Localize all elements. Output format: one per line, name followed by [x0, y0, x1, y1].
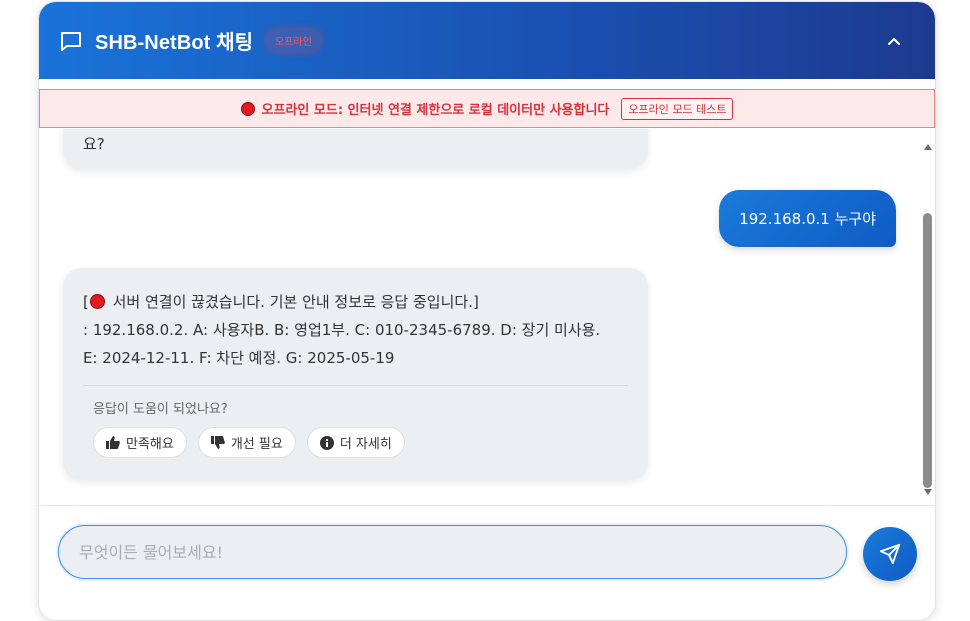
chevron-up-icon: [888, 37, 900, 45]
scrollbar-thumb[interactable]: [923, 213, 932, 488]
more-detail-label: 더 자세히: [339, 437, 392, 452]
offline-message: 오프라인 모드: 인터넷 연결 제한으로 로컬 데이터만 사용합니다: [261, 103, 610, 118]
info-circle-icon: [319, 435, 334, 450]
scroll-up-arrow-icon[interactable]: [924, 144, 932, 150]
chat-title: SHB-NetBot 채팅: [95, 32, 254, 54]
needs-improvement-button[interactable]: 개선 필요: [197, 427, 296, 458]
bot-message: [ 서버 연결이 끊겼습니다. 기본 안내 정보로 응답 중입니다.] : 19…: [63, 268, 648, 480]
user-message: 192.168.0.1 누구야: [719, 190, 896, 247]
composer: [39, 505, 935, 620]
feedback-buttons: 만족해요 개선 필요 더 자세히: [93, 427, 628, 458]
feedback-question: 응답이 도움이 되었나요?: [93, 402, 228, 417]
message-input[interactable]: [79, 542, 846, 562]
bot-reply-line-2: : 192.168.0.2. A: 사용자B. B: 영업1부. C: 010-…: [83, 321, 601, 339]
offline-test-button[interactable]: 오프라인 모드 테스트: [621, 97, 734, 120]
message-scrollbar[interactable]: [921, 129, 935, 505]
collapse-button[interactable]: [879, 26, 909, 56]
satisfied-label: 만족해요: [126, 437, 174, 452]
bracket-text: [: [83, 293, 89, 311]
bot-message-tail-text: 요?: [83, 135, 105, 153]
bot-message-previous: 요?: [63, 129, 648, 169]
more-detail-button[interactable]: 더 자세히: [306, 427, 405, 458]
bot-reply-line-1: [ 서버 연결이 끊겼습니다. 기본 안내 정보로 응답 중입니다.]: [83, 288, 628, 316]
message-input-wrapper[interactable]: [58, 525, 847, 579]
thumbs-down-icon: [210, 436, 225, 449]
message-list[interactable]: 요? 192.168.0.1 누구야 [ 서버 연결이 끊겼습니다. 기본 안내…: [39, 129, 935, 505]
offline-banner: 오프라인 모드: 인터넷 연결 제한으로 로컬 데이터만 사용합니다 오프라인 …: [39, 89, 935, 128]
status-badge: 오프라인: [267, 30, 320, 51]
chat-bubble-icon: [61, 31, 81, 51]
chat-widget: SHB-NetBot 채팅 오프라인 오프라인 모드: 인터넷 연결 제한으로 …: [38, 1, 936, 621]
chat-header: SHB-NetBot 채팅 오프라인: [39, 2, 935, 79]
scroll-down-arrow-icon[interactable]: [924, 489, 932, 495]
paper-plane-icon: [879, 543, 901, 565]
disconnect-notice-text: 서버 연결이 끊겼습니다. 기본 안내 정보로 응답 중입니다.]: [107, 293, 479, 311]
red-circle-icon: [240, 101, 255, 116]
needs-improvement-label: 개선 필요: [230, 437, 283, 452]
send-button[interactable]: [863, 527, 917, 581]
bot-reply-line-3: E: 2024-12-11. F: 차단 예정. G: 2025-05-19: [83, 349, 395, 367]
thumbs-up-icon: [106, 436, 120, 449]
divider: [83, 385, 628, 386]
red-circle-icon: [89, 294, 105, 309]
user-message-text: 192.168.0.1 누구야: [739, 210, 876, 228]
satisfied-button[interactable]: 만족해요: [93, 427, 187, 458]
